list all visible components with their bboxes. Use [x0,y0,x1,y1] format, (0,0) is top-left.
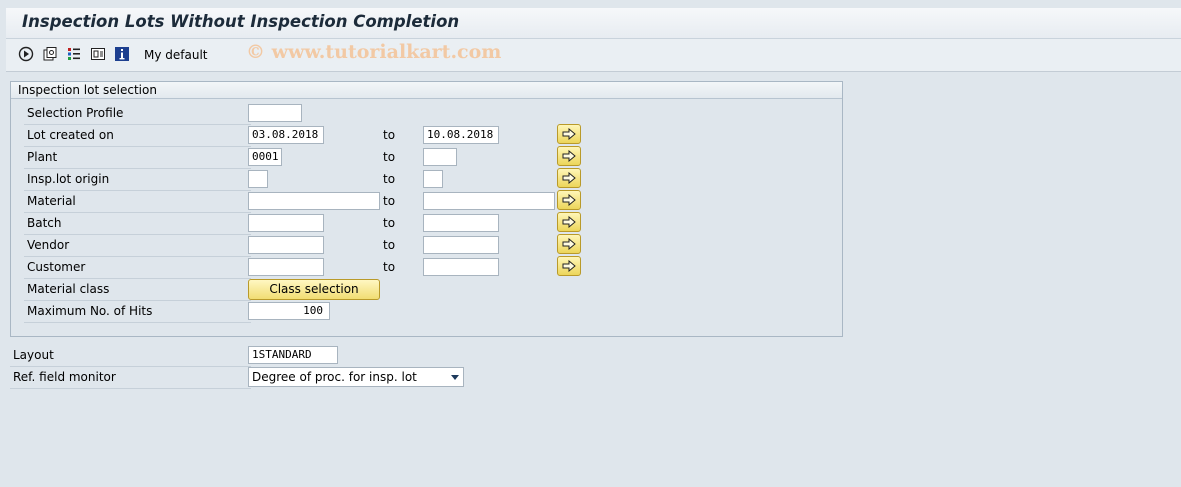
to-label: to [383,260,396,274]
maximum-hits-label: Maximum No. of Hits [24,301,251,323]
selection-profile-input[interactable] [248,104,302,122]
class-selection-button[interactable]: Class selection [248,279,380,300]
customer-from-input[interactable] [248,258,324,276]
arrow-right-icon [562,216,576,228]
to-label: to [383,172,396,186]
arrow-right-icon [562,238,576,250]
ref-field-monitor-label: Ref. field monitor [10,367,251,389]
info-icon[interactable] [114,46,130,62]
maximum-hits-input[interactable]: 100 [248,302,330,320]
to-label: to [383,194,396,208]
arrow-right-icon [562,172,576,184]
plant-label: Plant [24,147,251,169]
material-to-input[interactable] [423,192,555,210]
to-label: to [383,150,396,164]
chevron-down-icon [451,375,459,380]
to-label: to [383,216,396,230]
insp-lot-origin-label: Insp.lot origin [24,169,251,191]
ref-field-monitor-value: Degree of proc. for insp. lot [252,370,417,384]
execute-icon[interactable] [18,46,34,62]
layout-label: Layout [10,345,251,367]
batch-label: Batch [24,213,251,235]
arrow-right-icon [562,150,576,162]
material-from-input[interactable] [248,192,380,210]
arrow-right-icon [562,194,576,206]
plant-to-input[interactable] [423,148,457,166]
lot-created-on-label: Lot created on [24,125,251,147]
to-label: to [383,128,396,142]
arrow-right-icon [562,260,576,272]
arrow-right-icon [562,128,576,140]
dynamic-selections-icon[interactable] [66,46,82,62]
batch-to-input[interactable] [423,214,499,232]
multiple-selection-button-customer[interactable] [557,256,581,276]
insp-lot-origin-to-input[interactable] [423,170,443,188]
multiple-selection-button-lot-created[interactable] [557,124,581,144]
selection-options-icon[interactable] [90,46,106,62]
title-bar: Inspection Lots Without Inspection Compl… [6,8,1181,39]
multiple-selection-button-batch[interactable] [557,212,581,232]
ref-field-monitor-dropdown[interactable]: Degree of proc. for insp. lot [248,367,464,387]
plant-from-input[interactable]: 0001 [248,148,282,166]
multiple-selection-button-vendor[interactable] [557,234,581,254]
group-title: Inspection lot selection [11,82,842,99]
selection-profile-label: Selection Profile [24,103,251,125]
layout-input[interactable]: 1STANDARD [248,346,338,364]
multiple-selection-button-insp-lot-origin[interactable] [557,168,581,188]
multiple-selection-button-material[interactable] [557,190,581,210]
insp-lot-origin-from-input[interactable] [248,170,268,188]
get-variant-icon[interactable] [42,46,58,62]
multiple-selection-button-plant[interactable] [557,146,581,166]
lot-created-from-input[interactable]: 03.08.2018 [248,126,324,144]
my-default-button[interactable]: My default [144,48,208,62]
to-label: to [383,238,396,252]
application-toolbar: My default © www.tutorialkart.com [6,39,1181,72]
vendor-from-input[interactable] [248,236,324,254]
page-title: Inspection Lots Without Inspection Compl… [22,12,460,31]
batch-from-input[interactable] [248,214,324,232]
watermark: © www.tutorialkart.com [246,41,502,63]
vendor-label: Vendor [24,235,251,257]
customer-label: Customer [24,257,251,279]
material-class-label: Material class [24,279,251,301]
vendor-to-input[interactable] [423,236,499,254]
customer-to-input[interactable] [423,258,499,276]
lot-created-to-input[interactable]: 10.08.2018 [423,126,499,144]
material-label: Material [24,191,251,213]
